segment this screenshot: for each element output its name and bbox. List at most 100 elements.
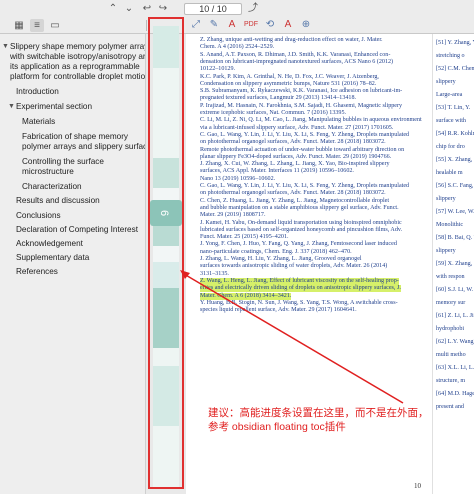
reference-line: chip for dro	[436, 144, 465, 150]
reference-line: on photothermal organogel surfaces, Adv.…	[200, 190, 386, 197]
toc-sidebar: ▼ Slippery shape memory polymer arrays wit…	[0, 34, 146, 494]
pdf-reader-window: ⌃ ⌄ ↩ ↪ 10 / 10 ⤴ ▦ ≡ ▭ ⤢ ✎ A PDF ⟲ A ⊕ …	[0, 0, 474, 494]
reference-line: C. Gao, L. Wang, Y. Lin, J. Li, Y. Liu, …	[200, 183, 410, 189]
reference-line: Condensation on slippery asymmetric bump…	[200, 80, 377, 87]
toc-item[interactable]: Acknowledgement	[16, 239, 83, 249]
reference-line: [54] R.R. Kohlme	[436, 131, 474, 137]
toc-item[interactable]: its application as a reprogrammable	[10, 62, 140, 72]
reference-line: [63] X.L. Li, L.	[436, 365, 474, 371]
reference-line: [55] X. Zhang,	[436, 157, 473, 163]
reference-line: pregnated textured surfaces, Langmuir 29…	[200, 95, 357, 102]
reference-line: Z. Zhang, unique anti-wetting and drag-r…	[200, 37, 383, 43]
thumbnail-view-icon[interactable]: ▦	[12, 19, 26, 32]
toc-item[interactable]: Results and discussion	[16, 196, 100, 206]
reference-line: and bubble manipulation on a stable amph…	[200, 204, 399, 211]
scroll-down-button[interactable]: ⌄	[122, 2, 136, 15]
annotation-view-icon[interactable]: ▭	[48, 19, 62, 32]
reference-line: surfaces, ACS Appl. Mater. Interfaces 11…	[200, 168, 354, 175]
toc-item[interactable]: Fabrication of shape memory	[22, 132, 128, 142]
reference-line: memory sur	[436, 300, 466, 306]
reference-line: densation on lubricant-impregnated nanot…	[200, 58, 394, 65]
reference-line: structure, m	[436, 378, 466, 384]
reference-line: J. Yong, F. Chen, J. Huo, Y. Fang, Q. Ya…	[200, 241, 397, 248]
annotation-note: 建议：高能进度条设置在这里，而不是在外面，参考 obsidian floatin…	[208, 407, 429, 433]
reference-line: multi metho	[436, 352, 466, 358]
reference-line: slippery	[436, 248, 456, 254]
back-button[interactable]: ↩	[140, 2, 154, 15]
reference-line: slippery	[436, 196, 456, 202]
reference-line: C. Chen, Z. Huang, L. Jiang, Y. Zhang, L…	[200, 197, 390, 204]
reference-line: [59] X. Zhang,	[436, 261, 473, 267]
toolbar-row-top: ⌃ ⌄ ↩ ↪ 10 / 10 ⤴	[0, 0, 474, 17]
zoom-icon[interactable]: ⊕	[300, 19, 312, 31]
reference-line: J. Zhang, L. Wang, H. Liu, Y. Zhang, L. …	[200, 256, 362, 262]
reference-line: Funct. Mater. 25 (2015) 4195–4201.	[200, 234, 289, 241]
text-tool-icon[interactable]: A	[226, 19, 238, 31]
toc-item[interactable]: with switchable isotropy/anisotropy and	[10, 52, 145, 62]
document-right-column: [51] Y. Zhang, Y. stretching o [52] C.M. C…	[432, 34, 474, 494]
toolbar-row-bottom: ▦ ≡ ▭ ⤢ ✎ A PDF ⟲ A ⊕	[0, 17, 474, 34]
reference-line: nano-particulate coatings, Chem. Eng. J.…	[200, 248, 352, 255]
pen-icon[interactable]: ✎	[208, 19, 220, 31]
reference-line: J. Kamei, H. Yabu, On-demand liquid tran…	[200, 219, 402, 226]
reference-line: Large-area	[436, 92, 463, 98]
share-button[interactable]: ⤴	[246, 2, 260, 15]
toc-item[interactable]: Declaration of Competing Interest	[16, 225, 138, 235]
toc-item[interactable]: Experimental section	[16, 102, 92, 112]
highlight-frame	[148, 17, 184, 489]
reference-line: S. Anand, A.T. Paxson, R. Dhiman, J.D. S…	[200, 51, 391, 58]
reference-line: Remote photothermal actuation of under-w…	[200, 146, 405, 153]
reference-line: surface with	[436, 118, 466, 124]
pdf-icon[interactable]: PDF	[242, 19, 260, 31]
scroll-up-button[interactable]: ⌃	[106, 2, 120, 15]
reference-line: Mater. 29 (2019) 1808717.	[200, 212, 266, 219]
reference-line: [61] Z. Li, L. Ji	[436, 313, 474, 319]
reference-line: C. Li, M. Li, Z. Ni, Q. Li, M. Cao, L. J…	[200, 117, 422, 124]
toc-item[interactable]: Conclusions	[16, 211, 61, 221]
toc-view-icon[interactable]: ≡	[30, 19, 44, 32]
reference-line: hydrophobi	[436, 326, 465, 332]
annotation-arrow	[180, 270, 404, 404]
reference-line: [58] B. Bai, Q. Y	[436, 235, 474, 241]
toc-item[interactable]: Materials	[22, 117, 55, 127]
reference-line: extreme icephobic surfaces, Nat. Commun.…	[200, 110, 347, 116]
reference-line: K.C. Park, P. Kim, A. Grinthal, N. He, D…	[200, 73, 379, 80]
toc-item[interactable]: microstructure	[22, 167, 74, 177]
font-icon[interactable]: A	[282, 19, 294, 31]
reference-line: [56] S.C. Fang,	[436, 183, 474, 189]
reference-line: lubricated surfaces based on self-organi…	[200, 226, 403, 233]
toc-expand-arrow-icon[interactable]: ▼	[8, 103, 15, 110]
reference-line: Nano 13 (2019) 10596–10602.	[200, 175, 276, 182]
reference-line: [51] Y. Zhang, Y.	[436, 40, 474, 46]
toc-item[interactable]: Controlling the surface	[22, 157, 104, 167]
rotate-icon[interactable]: ⟲	[264, 19, 276, 31]
toc-expand-arrow-icon[interactable]: ▼	[2, 43, 9, 50]
toc-item[interactable]: platform for controllable droplet motion	[10, 72, 145, 82]
toc-item[interactable]: Slippery shape memory polymer arrays	[10, 42, 145, 52]
reference-line: 10122–10129.	[200, 66, 236, 73]
toc-item[interactable]: Introduction	[16, 87, 59, 97]
page-number: 10	[414, 482, 421, 490]
reference-line: planar slippery Fe3O4-doped surfaces, Ad…	[200, 153, 392, 160]
reference-line: [53] T. Lin, Y.	[436, 105, 471, 111]
forward-button[interactable]: ↪	[156, 2, 170, 15]
reference-line: on photothermal organogel surfaces, Adv.…	[200, 139, 386, 146]
toc-item[interactable]: References	[16, 267, 58, 277]
reference-line: C. Gao, L. Wang, Y. Lin, J. Li, Y. Liu, …	[200, 131, 410, 138]
reference-line: P. Irajizad, M. Hasnain, N. Farokhnia, S…	[200, 102, 403, 109]
reference-line: slippery	[436, 79, 456, 85]
reference-line: via a lubricant-infused slippery surface…	[200, 124, 394, 131]
reference-line: with respon	[436, 274, 465, 280]
reference-line: Monolithic	[436, 222, 464, 228]
reference-line: present and	[436, 404, 464, 410]
current-page-number: 6	[158, 209, 171, 217]
reference-line: stretching o	[436, 53, 465, 59]
toc-item[interactable]: Supplementary data	[16, 253, 89, 263]
toc-item[interactable]: Characterization	[22, 182, 82, 192]
reference-line: [52] C.M. Chen,	[436, 66, 474, 72]
page-indicator[interactable]: 10 / 10	[184, 3, 242, 15]
toc-item[interactable]: polymer arrays and slippery surface:	[22, 142, 145, 152]
reference-line: [57] W. Lee, W.	[436, 209, 474, 215]
toolbar: ⌃ ⌄ ↩ ↪ 10 / 10 ⤴ ▦ ≡ ▭ ⤢ ✎ A PDF ⟲ A ⊕	[0, 0, 474, 34]
expand-icon[interactable]: ⤢	[190, 19, 202, 31]
